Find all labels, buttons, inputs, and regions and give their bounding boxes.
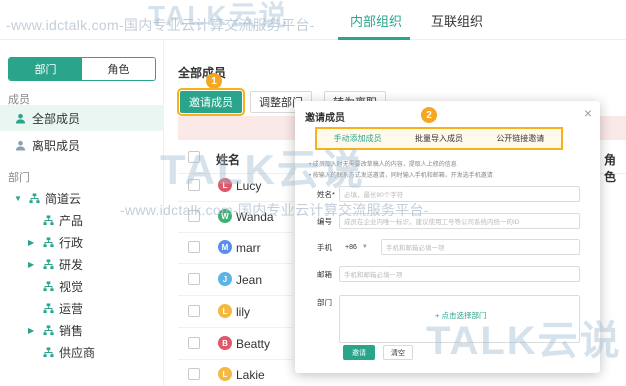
dept-section-label: 部门 <box>8 172 30 184</box>
email-input[interactable]: 手机和邮箱必填一项 <box>339 266 580 282</box>
table-row[interactable]: L Lakie <box>178 357 293 386</box>
person-icon <box>14 139 26 151</box>
phone-input[interactable]: 手机和邮箱必填一项 <box>381 239 580 255</box>
caret-right-icon[interactable]: ▶ <box>28 238 38 247</box>
tree-item-supplier[interactable]: 供应商 <box>28 341 95 363</box>
caret-right-icon[interactable]: ▶ <box>28 326 38 335</box>
segment-role[interactable]: 角色 <box>82 58 155 80</box>
org-chart-icon <box>42 324 54 336</box>
avatar: J <box>218 272 232 286</box>
tree-item-label: 研发 <box>59 257 84 272</box>
sidebar-item-all-members[interactable]: 全部成员 <box>0 105 164 131</box>
invite-button[interactable]: 邀请 <box>343 345 375 360</box>
tree-item-label: 销售 <box>59 323 84 338</box>
tree-item-label: 产品 <box>59 213 84 228</box>
dept-label: 部门 <box>317 298 332 307</box>
watermark-text: -www.idctalk.com-国内专业云计算交流服务平台- <box>120 202 429 218</box>
avatar: L <box>218 367 232 381</box>
tab-public-link[interactable]: 公开链接邀请 <box>480 133 561 144</box>
tree-item-label: 供应商 <box>59 345 96 360</box>
avatar: M <box>218 240 232 254</box>
row-checkbox[interactable] <box>188 337 200 349</box>
member-name: marr <box>236 241 261 255</box>
watermark-logo: TALK云说 <box>148 0 289 31</box>
person-icon <box>14 112 26 124</box>
clear-button[interactable]: 清空 <box>383 345 413 360</box>
table-row[interactable]: M marr <box>178 230 293 264</box>
tree-item-product[interactable]: 产品 <box>28 209 83 231</box>
org-chart-icon <box>42 346 54 358</box>
phone-label: 手机 <box>317 243 332 252</box>
sidebar-item-label: 全部成员 <box>32 111 81 126</box>
member-name: Jean <box>236 273 263 287</box>
step-badge-1: 1 <box>206 73 222 89</box>
tree-item-label: 视觉 <box>59 279 84 294</box>
org-chart-icon <box>42 236 54 248</box>
tree-item-ops[interactable]: 运营 <box>28 297 83 319</box>
avatar: L <box>218 304 232 318</box>
tree-item-root[interactable]: ▼ 简道云 <box>14 187 81 209</box>
table-row[interactable]: B Beatty <box>178 326 293 360</box>
member-name: Beatty <box>236 337 271 351</box>
tree-item-label: 运营 <box>59 301 84 316</box>
org-chart-icon <box>28 192 40 204</box>
tab-batch-import[interactable]: 批量导入成员 <box>398 133 479 144</box>
active-tab-indicator <box>338 37 410 40</box>
tree-item-label: 行政 <box>59 235 84 250</box>
org-chart-icon <box>42 302 54 314</box>
column-role: 角色 <box>604 153 617 184</box>
tree-item-sales[interactable]: ▶ 销售 <box>28 319 83 341</box>
row-checkbox[interactable] <box>188 368 200 380</box>
row-checkbox[interactable] <box>188 241 200 253</box>
sidebar-segment-switch: 部门 角色 <box>8 57 156 81</box>
org-chart-icon <box>42 214 54 226</box>
tab-internal-org[interactable]: 内部组织 <box>350 11 402 30</box>
email-label: 邮箱 <box>317 270 332 279</box>
org-chart-icon <box>42 258 54 270</box>
table-row[interactable]: J Jean <box>178 262 293 296</box>
caret-down-icon[interactable]: ▼ <box>14 194 24 203</box>
table-row[interactable]: L lily <box>178 294 293 328</box>
caret-right-icon[interactable]: ▶ <box>28 260 38 269</box>
country-code-select[interactable]: +86 ▼ <box>339 239 375 255</box>
member-name: Lakie <box>236 368 265 382</box>
tree-item-admin[interactable]: ▶ 行政 <box>28 231 83 253</box>
step-badge-2: 2 <box>421 107 437 123</box>
watermark-logo: TALK云说 <box>160 146 365 193</box>
row-checkbox[interactable] <box>188 305 200 317</box>
watermark-logo: TALK云说 <box>426 319 622 363</box>
tree-item-label: 简道云 <box>45 191 82 206</box>
sidebar-item-label: 离职成员 <box>32 138 81 153</box>
chevron-down-icon: ▼ <box>361 244 368 250</box>
close-icon[interactable]: × <box>584 105 592 121</box>
org-chart-icon <box>42 280 54 292</box>
country-code-value: +86 <box>345 243 357 251</box>
sidebar-item-departed-members[interactable]: 离职成员 <box>0 132 164 158</box>
row-checkbox[interactable] <box>188 273 200 285</box>
dialog-title: 邀请成员 <box>305 113 345 124</box>
invite-members-button[interactable]: 邀请成员 <box>177 88 245 116</box>
member-name: lily <box>236 305 250 319</box>
tree-item-visual[interactable]: 视觉 <box>28 275 83 297</box>
segment-department[interactable]: 部门 <box>9 58 82 80</box>
avatar: B <box>218 336 232 350</box>
tab-connected-org[interactable]: 互联组织 <box>431 11 483 30</box>
tree-item-rnd[interactable]: ▶ 研发 <box>28 253 83 275</box>
